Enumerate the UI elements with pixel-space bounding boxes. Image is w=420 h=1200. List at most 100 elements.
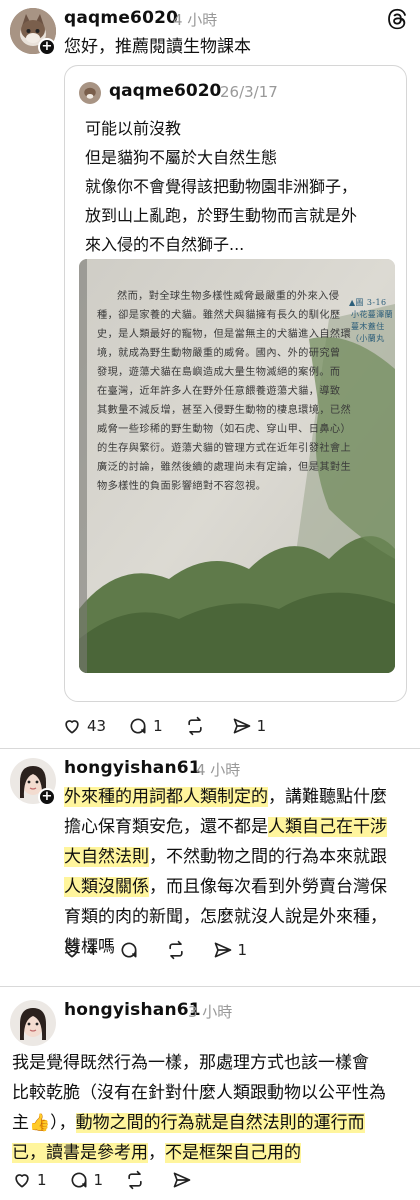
reply-button[interactable]: 1 bbox=[69, 1170, 104, 1190]
book-text-line: 威脅一些珍稀的野生動物（如石虎、穿山甲、日鼻心） bbox=[97, 424, 352, 435]
post-actions: 4 1 bbox=[62, 940, 269, 960]
text-line: 擔心保育類安危，還不都是人類自己在干涉 bbox=[64, 812, 387, 842]
share-count: 1 bbox=[237, 941, 248, 959]
highlighted-text: 已，讀書是參考用 bbox=[12, 1143, 148, 1163]
book-text-line: 廣泛的討論，雖然後續的處理尚未有定論，但是其對生 bbox=[97, 462, 352, 473]
book-text-line: 的生存與繁衍。遊蕩犬貓的管理方式在近年引發社會上 bbox=[97, 443, 352, 454]
quote-avatar[interactable] bbox=[79, 82, 101, 104]
text-segment: 擔心保育類安危，還不都是 bbox=[64, 817, 268, 837]
repost-icon bbox=[187, 716, 202, 736]
text-segment: ，講難聽點什麼 bbox=[268, 787, 387, 807]
share-button[interactable]: 1 bbox=[213, 940, 248, 960]
figure-caption: （小蘭丸 bbox=[351, 334, 385, 343]
avatar[interactable] bbox=[10, 1000, 56, 1046]
quote-username[interactable]: qaqme6020 bbox=[109, 81, 221, 101]
share-count: 1 bbox=[256, 717, 267, 735]
post-text: 您好，推薦閱讀生物課本 bbox=[64, 37, 251, 57]
like-count: 1 bbox=[37, 1171, 47, 1189]
post-text: 外來種的用詞都人類制定的，講難聽點什麼 擔心保育類安危，還不都是人類自己在干涉 … bbox=[64, 782, 387, 962]
figure-caption: 蔓木蓋住 bbox=[351, 322, 385, 331]
text-line: 我是覺得既然行為一樣，那處理方式也該一樣會 bbox=[12, 1048, 386, 1078]
reply-button[interactable]: 1 bbox=[128, 716, 163, 736]
follow-plus-icon[interactable]: + bbox=[38, 38, 56, 56]
reply-button[interactable] bbox=[119, 940, 144, 960]
follow-plus-icon[interactable]: + bbox=[38, 788, 56, 806]
share-button[interactable] bbox=[172, 1170, 197, 1190]
post-text: 我是覺得既然行為一樣，那處理方式也該一樣會 比較乾脆（沒有在針對什麼人類跟動物以… bbox=[12, 1048, 386, 1168]
timestamp: 4 小時 bbox=[196, 761, 241, 779]
like-button[interactable]: 43 bbox=[62, 716, 106, 736]
quoted-post-card[interactable]: qaqme6020 26/3/17 可能以前沒教 但是貓狗不屬於大自然生態 就像… bbox=[64, 65, 407, 702]
repost-icon bbox=[168, 940, 183, 960]
post-actions: 43 1 1 bbox=[62, 716, 288, 736]
book-text-line: 其數量不減反增，甚至入侵野生動物的棲息環境，已然 bbox=[97, 405, 352, 416]
repost-button[interactable] bbox=[185, 716, 210, 736]
text-line: 主👍），動物之間的行為就是自然法則的運行而 bbox=[12, 1108, 386, 1138]
threads-logo-icon[interactable] bbox=[386, 8, 408, 34]
post-3: hongyishan61 3 小時 我是覺得既然行為一樣，那處理方式也該一樣會 … bbox=[0, 986, 420, 1200]
text-segment: ，不然動物之間的行為本來就跟 bbox=[149, 847, 387, 867]
figure-caption: ▲圖 3-16 bbox=[349, 298, 387, 307]
book-text-line: 發現，遊蕩犬貓在島嶼造成大量生物滅絕的案例。而 bbox=[97, 367, 341, 378]
repost-button[interactable] bbox=[166, 940, 191, 960]
comment-icon bbox=[130, 718, 146, 734]
text-line: 比較乾脆（沒有在針對什麼人類跟動物以公平性為 bbox=[12, 1078, 386, 1108]
book-text-line: 境，就成為野生動物嚴重的威脅。國內、外的研究曾 bbox=[97, 348, 341, 359]
like-count: 43 bbox=[87, 717, 107, 735]
heart-icon bbox=[65, 944, 79, 958]
post-actions: 1 1 bbox=[12, 1170, 219, 1190]
like-button[interactable]: 1 bbox=[12, 1170, 47, 1190]
book-text-line: 史，是人類最好的寵物，但是當無主的犬貓進入自然環 bbox=[97, 329, 352, 340]
figure-caption: 小花蔓澤蘭 bbox=[351, 310, 393, 319]
quote-line: 放到山上亂跑，於野生動物而言就是外 bbox=[85, 206, 358, 225]
timestamp: 4 小時 bbox=[173, 11, 218, 29]
book-text-line: 然而，對全球生物多樣性威脅最嚴重的外來入侵 bbox=[117, 291, 340, 302]
book-text-line: 在臺灣，近年許多人在野外任意餵養遊蕩犬貓，導致 bbox=[97, 386, 341, 397]
text-segment: 我是覺得既然行為一樣，那處理方式也該一樣會 bbox=[12, 1053, 369, 1073]
reply-count: 1 bbox=[153, 717, 163, 735]
text-segment: ， bbox=[148, 1143, 165, 1163]
highlighted-text: 人類沒關係 bbox=[64, 877, 149, 897]
highlighted-text: 外來種的用詞都人類制定的 bbox=[64, 787, 268, 807]
send-icon bbox=[233, 718, 250, 734]
text-line: 已，讀書是參考用，不是框架自己用的 bbox=[12, 1138, 386, 1168]
send-icon bbox=[214, 942, 231, 958]
post-2: + hongyishan61 4 小時 外來種的用詞都人類制定的，講難聽點什麼 … bbox=[0, 748, 420, 978]
quote-line: 但是貓狗不屬於大自然生態 bbox=[85, 148, 278, 167]
username[interactable]: hongyishan61 bbox=[64, 1000, 201, 1020]
text-line: 大自然法則，不然動物之間的行為本來就跟 bbox=[64, 842, 387, 872]
quote-line: 可能以前沒教 bbox=[85, 119, 182, 138]
post-1: + qaqme6020 4 小時 您好，推薦閱讀生物課本 qaqme6020 2… bbox=[0, 0, 420, 740]
repost-button[interactable] bbox=[125, 1170, 150, 1190]
share-button[interactable]: 1 bbox=[232, 716, 267, 736]
comment-icon bbox=[71, 1172, 87, 1188]
highlighted-text: 人類自己在干涉 bbox=[268, 817, 387, 837]
text-line: 人類沒關係，而且像每次看到外勞賣台灣保 bbox=[64, 872, 387, 902]
quote-line: 來入侵的不自然獅子... bbox=[85, 235, 245, 254]
book-text-line: 種，卻是家養的犬貓。雖然犬與貓擁有長久的馴化歷 bbox=[97, 310, 341, 321]
username[interactable]: hongyishan61 bbox=[64, 758, 201, 778]
repost-icon bbox=[128, 1170, 142, 1190]
like-count: 4 bbox=[87, 941, 97, 959]
quote-avatar-image bbox=[79, 82, 101, 104]
text-segment: 育類的肉的新聞，怎麼就沒人說是外來種， bbox=[64, 907, 387, 927]
text-segment: 主👍）， bbox=[12, 1113, 76, 1133]
highlighted-text: 不是框架自己用的 bbox=[165, 1143, 301, 1163]
timestamp: 3 小時 bbox=[188, 1003, 233, 1021]
highlighted-text: 大自然法則 bbox=[64, 847, 149, 867]
heart-icon bbox=[65, 720, 79, 734]
textbook-photo[interactable]: 然而，對全球生物多樣性威脅最嚴重的外來入侵 種，卻是家養的犬貓。雖然犬與貓擁有長… bbox=[79, 259, 395, 673]
text-line: 育類的肉的新聞，怎麼就沒人說是外來種， bbox=[64, 902, 387, 932]
reply-count: 1 bbox=[93, 1171, 104, 1189]
send-icon bbox=[173, 1172, 191, 1188]
comment-icon bbox=[121, 942, 137, 958]
username[interactable]: qaqme6020 bbox=[64, 8, 178, 28]
like-button[interactable]: 4 bbox=[62, 940, 97, 960]
quote-line: 就像你不會覺得該把動物園非洲獅子， bbox=[85, 177, 358, 196]
quote-date: 26/3/17 bbox=[220, 83, 278, 101]
highlighted-text: 動物之間的行為就是自然法則的運行而 bbox=[75, 1113, 365, 1133]
avatar-image bbox=[10, 1000, 56, 1046]
heart-icon bbox=[15, 1174, 29, 1188]
text-line: 外來種的用詞都人類制定的，講難聽點什麼 bbox=[64, 782, 387, 812]
book-text-line: 物多樣性的負面影響絕對不容忽視。 bbox=[97, 481, 267, 492]
